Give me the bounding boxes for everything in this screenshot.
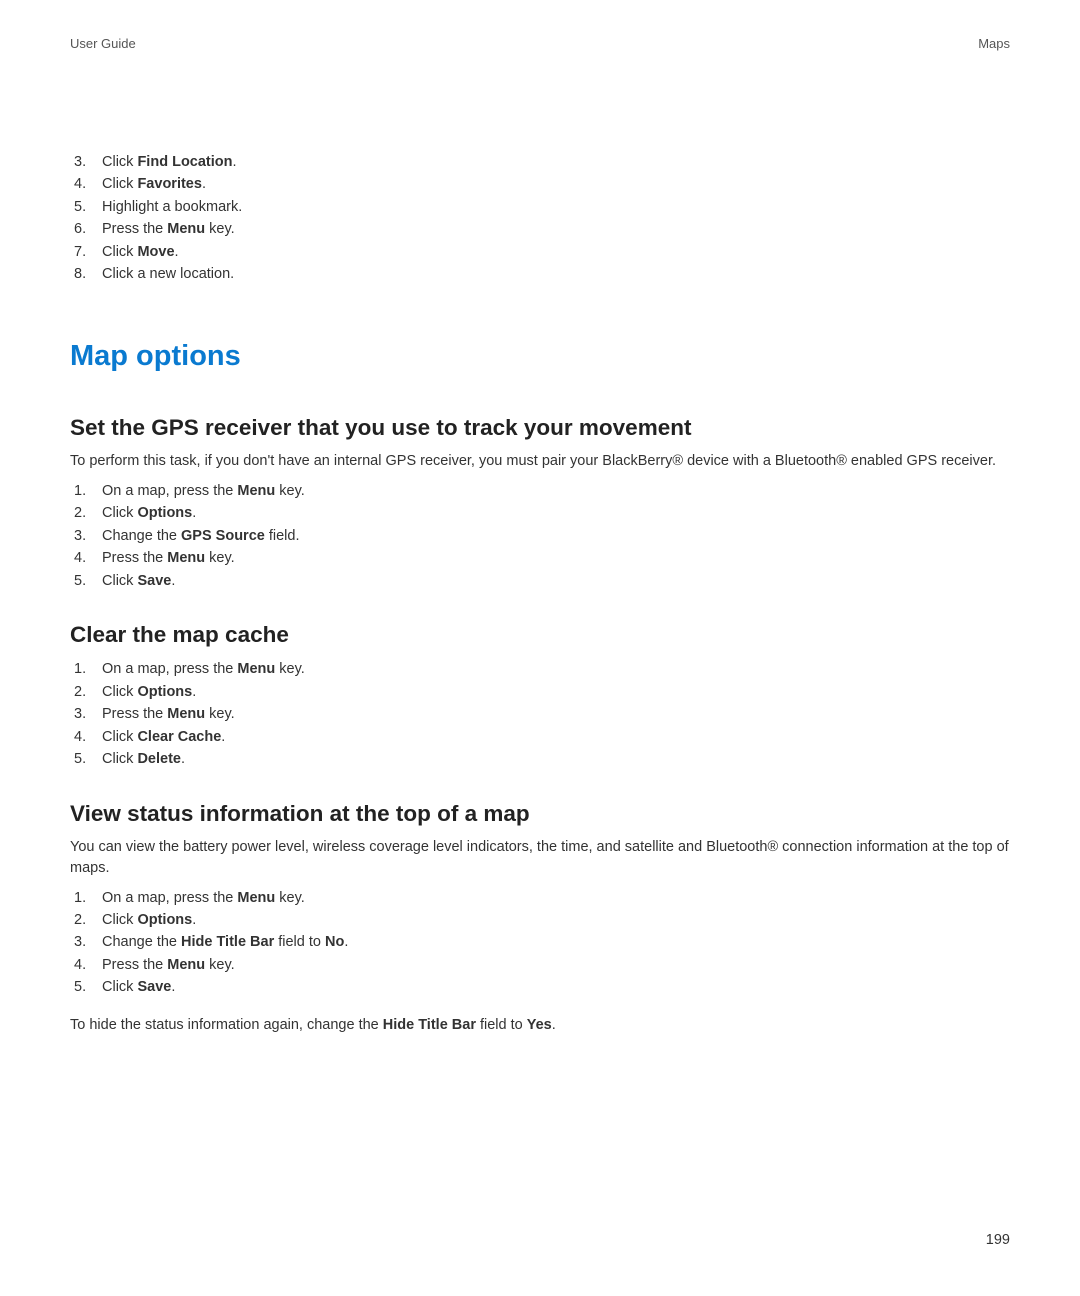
- intro-step-list: 3.Click Find Location.4.Click Favorites.…: [74, 151, 1010, 286]
- step-text: Press the Menu key.: [102, 218, 235, 240]
- step-list: 1.On a map, press the Menu key.2.Click O…: [74, 887, 1010, 999]
- list-item: 4.Press the Menu key.: [74, 547, 1010, 569]
- list-item: 7.Click Move.: [74, 241, 1010, 263]
- step-number: 2.: [74, 681, 102, 703]
- step-text: Change the GPS Source field.: [102, 525, 300, 547]
- header-right: Maps: [978, 36, 1010, 51]
- step-text: Click Move.: [102, 241, 179, 263]
- section: View status information at the top of a …: [70, 801, 1010, 1036]
- step-text: On a map, press the Menu key.: [102, 658, 305, 680]
- step-number: 5.: [74, 748, 102, 770]
- step-number: 7.: [74, 241, 102, 263]
- step-list: 1.On a map, press the Menu key.2.Click O…: [74, 480, 1010, 592]
- step-number: 3.: [74, 703, 102, 725]
- step-text: Click a new location.: [102, 263, 234, 285]
- section-heading: View status information at the top of a …: [70, 801, 1010, 827]
- step-number: 1.: [74, 658, 102, 680]
- step-number: 4.: [74, 547, 102, 569]
- step-text: Click Favorites.: [102, 173, 206, 195]
- section: Set the GPS receiver that you use to tra…: [70, 415, 1010, 592]
- list-item: 3.Press the Menu key.: [74, 703, 1010, 725]
- section-heading: Clear the map cache: [70, 622, 1010, 648]
- step-number: 2.: [74, 909, 102, 931]
- list-item: 1.On a map, press the Menu key.: [74, 887, 1010, 909]
- list-item: 1.On a map, press the Menu key.: [74, 480, 1010, 502]
- step-number: 3.: [74, 151, 102, 173]
- list-item: 4.Click Clear Cache.: [74, 726, 1010, 748]
- step-number: 3.: [74, 525, 102, 547]
- section: Clear the map cache 1.On a map, press the…: [70, 622, 1010, 770]
- step-number: 5.: [74, 196, 102, 218]
- section-intro: To perform this task, if you don't have …: [70, 451, 1010, 472]
- list-item: 2.Click Options.: [74, 681, 1010, 703]
- header-left: User Guide: [70, 36, 136, 51]
- step-text: Press the Menu key.: [102, 547, 235, 569]
- step-text: Click Save.: [102, 570, 175, 592]
- step-text: Click Options.: [102, 681, 196, 703]
- step-text: On a map, press the Menu key.: [102, 887, 305, 909]
- step-text: Press the Menu key.: [102, 703, 235, 725]
- list-item: 5.Click Delete.: [74, 748, 1010, 770]
- list-item: 4.Press the Menu key.: [74, 954, 1010, 976]
- list-item: 6.Press the Menu key.: [74, 218, 1010, 240]
- step-number: 8.: [74, 263, 102, 285]
- step-number: 4.: [74, 726, 102, 748]
- step-text: Click Options.: [102, 502, 196, 524]
- list-item: 5.Click Save.: [74, 570, 1010, 592]
- step-number: 3.: [74, 931, 102, 953]
- list-item: 5.Click Save.: [74, 976, 1010, 998]
- list-item: 3.Change the GPS Source field.: [74, 525, 1010, 547]
- section-title-h1: Map options: [70, 340, 1010, 373]
- step-number: 6.: [74, 218, 102, 240]
- step-list: 1.On a map, press the Menu key.2.Click O…: [74, 658, 1010, 770]
- list-item: 5.Highlight a bookmark.: [74, 196, 1010, 218]
- section-intro: You can view the battery power level, wi…: [70, 837, 1010, 879]
- page-header: User Guide Maps: [70, 36, 1010, 51]
- step-text: Click Find Location.: [102, 151, 237, 173]
- step-text: Click Options.: [102, 909, 196, 931]
- step-number: 5.: [74, 976, 102, 998]
- page-number: 199: [986, 1232, 1010, 1248]
- list-item: 3.Click Find Location.: [74, 151, 1010, 173]
- list-item: 4.Click Favorites.: [74, 173, 1010, 195]
- step-text: Press the Menu key.: [102, 954, 235, 976]
- step-number: 4.: [74, 954, 102, 976]
- step-number: 5.: [74, 570, 102, 592]
- list-item: 2.Click Options.: [74, 502, 1010, 524]
- step-text: Click Clear Cache.: [102, 726, 225, 748]
- list-item: 3.Change the Hide Title Bar field to No.: [74, 931, 1010, 953]
- section-heading: Set the GPS receiver that you use to tra…: [70, 415, 1010, 441]
- step-text: Click Save.: [102, 976, 175, 998]
- step-number: 1.: [74, 887, 102, 909]
- section-trailing: To hide the status information again, ch…: [70, 1015, 1010, 1036]
- list-item: 1.On a map, press the Menu key.: [74, 658, 1010, 680]
- step-text: Highlight a bookmark.: [102, 196, 242, 218]
- step-number: 1.: [74, 480, 102, 502]
- step-text: Change the Hide Title Bar field to No.: [102, 931, 348, 953]
- step-number: 2.: [74, 502, 102, 524]
- list-item: 8.Click a new location.: [74, 263, 1010, 285]
- step-number: 4.: [74, 173, 102, 195]
- step-text: Click Delete.: [102, 748, 185, 770]
- step-text: On a map, press the Menu key.: [102, 480, 305, 502]
- list-item: 2.Click Options.: [74, 909, 1010, 931]
